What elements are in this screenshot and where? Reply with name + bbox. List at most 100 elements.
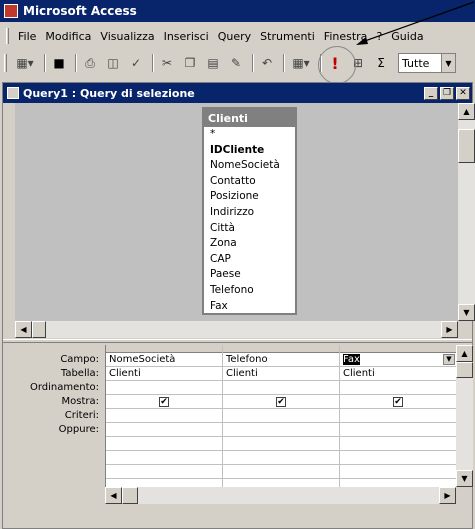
copy-icon[interactable]: ❐ <box>180 53 200 73</box>
save-icon[interactable]: ■ <box>49 53 69 73</box>
field-posizione[interactable]: Posizione <box>204 189 295 205</box>
mostra-cell[interactable]: ✔ <box>106 395 222 409</box>
scroll-up-icon[interactable]: ▲ <box>458 103 475 120</box>
mostra-cell[interactable]: ✔ <box>223 395 339 409</box>
scroll-right-icon[interactable]: ▶ <box>439 487 456 504</box>
show-checkbox[interactable]: ✔ <box>393 397 403 407</box>
menu-inserisci[interactable]: Inserisci <box>164 30 209 43</box>
field-indirizzo[interactable]: Indirizzo <box>204 205 295 221</box>
menu-visualizza[interactable]: Visualizza <box>100 30 154 43</box>
grid-cells[interactable]: NomeSocietà Clienti ✔ Telefono Clienti ✔ <box>105 345 462 487</box>
scroll-thumb[interactable] <box>456 362 473 378</box>
field-cap[interactable]: CAP <box>204 252 295 268</box>
field-zona[interactable]: Zona <box>204 236 295 252</box>
format-painter-icon[interactable]: ✎ <box>226 53 246 73</box>
scroll-thumb[interactable] <box>32 321 46 338</box>
tabella-cell[interactable]: Clienti <box>340 367 456 381</box>
grid-hscroll[interactable]: ◀ ▶ <box>105 487 456 504</box>
column-selector[interactable] <box>223 345 339 353</box>
ordinamento-cell[interactable] <box>340 381 456 395</box>
field-idcliente[interactable]: IDCliente <box>204 143 295 159</box>
ordinamento-cell[interactable] <box>223 381 339 395</box>
menu-strumenti[interactable]: Strumenti <box>260 30 315 43</box>
chevron-down-icon[interactable]: ▼ <box>441 54 455 72</box>
cut-icon[interactable]: ✂ <box>157 53 177 73</box>
scroll-up-icon[interactable]: ▲ <box>456 345 473 362</box>
tabella-cell[interactable]: Clienti <box>223 367 339 381</box>
pane-splitter[interactable] <box>3 339 472 343</box>
field-all[interactable]: * <box>204 127 295 143</box>
table-pane-vscroll[interactable]: ▲ ▼ <box>458 103 475 321</box>
campo-cell[interactable]: NomeSocietà <box>106 353 222 367</box>
scroll-left-icon[interactable]: ◀ <box>15 321 32 338</box>
empty-cell[interactable] <box>340 465 456 479</box>
column-selector[interactable] <box>106 345 222 353</box>
empty-cell[interactable] <box>106 465 222 479</box>
query-type-icon[interactable]: ▦▾ <box>288 53 314 73</box>
chevron-down-icon[interactable]: ▼ <box>443 354 455 365</box>
grid-column[interactable]: NomeSocietà Clienti ✔ <box>106 345 223 487</box>
minimize-icon[interactable]: _ <box>424 86 438 100</box>
empty-cell[interactable] <box>223 437 339 451</box>
field-contatto[interactable]: Contatto <box>204 174 295 190</box>
empty-cell[interactable] <box>340 451 456 465</box>
campo-cell-active[interactable]: Fax ▼ <box>340 353 456 367</box>
field-list-title[interactable]: Clienti <box>204 109 295 127</box>
spelling-icon[interactable]: ✓ <box>126 53 146 73</box>
campo-value-selected[interactable]: Fax <box>343 354 360 365</box>
criteri-cell[interactable] <box>340 409 456 423</box>
tabella-cell[interactable]: Clienti <box>106 367 222 381</box>
ordinamento-cell[interactable] <box>106 381 222 395</box>
field-paese[interactable]: Paese <box>204 267 295 283</box>
empty-cell[interactable] <box>340 437 456 451</box>
show-checkbox[interactable]: ✔ <box>159 397 169 407</box>
criteri-cell[interactable] <box>106 409 222 423</box>
undo-icon[interactable]: ↶ <box>257 53 277 73</box>
scroll-down-icon[interactable]: ▼ <box>458 304 475 321</box>
scroll-right-icon[interactable]: ▶ <box>441 321 458 338</box>
view-icon[interactable]: ▦▾ <box>12 53 38 73</box>
restore-icon[interactable]: ❐ <box>440 86 454 100</box>
menu-finestra[interactable]: Finestra <box>324 30 368 43</box>
paste-icon[interactable]: ▤ <box>203 53 223 73</box>
scroll-down-icon[interactable]: ▼ <box>456 470 473 487</box>
top-values-combo[interactable]: Tutte ▼ <box>398 53 456 73</box>
menu-guida[interactable]: Guida <box>391 30 423 43</box>
print-icon[interactable]: ⎙ <box>80 53 100 73</box>
field-fax[interactable]: Fax <box>204 299 295 315</box>
table-pane-hscroll[interactable]: ◀ ▶ <box>15 321 458 338</box>
campo-cell[interactable]: Telefono <box>223 353 339 367</box>
empty-cell[interactable] <box>106 437 222 451</box>
show-checkbox[interactable]: ✔ <box>276 397 286 407</box>
field-nomesocieta[interactable]: NomeSocietà <box>204 158 295 174</box>
menu-help[interactable]: ? <box>376 30 382 43</box>
criteri-cell[interactable] <box>223 409 339 423</box>
empty-cell[interactable] <box>223 465 339 479</box>
toolbar-separator <box>252 54 254 72</box>
scroll-thumb[interactable] <box>458 129 475 163</box>
empty-cell[interactable] <box>223 451 339 465</box>
oppure-cell[interactable] <box>223 423 339 437</box>
menu-file[interactable]: File <box>18 30 36 43</box>
grid-column[interactable]: Fax ▼ Clienti ✔ <box>340 345 457 487</box>
empty-cell[interactable] <box>106 451 222 465</box>
grid-vscroll[interactable]: ▲ ▼ <box>456 345 473 487</box>
row-label-tabella: Tabella: <box>60 368 99 379</box>
column-selector[interactable] <box>340 345 456 353</box>
table-field-list[interactable]: Clienti * IDCliente NomeSocietà Contatto… <box>202 107 297 315</box>
scroll-thumb[interactable] <box>122 487 138 504</box>
print-preview-icon[interactable]: ◫ <box>103 53 123 73</box>
totals-icon[interactable]: Σ <box>371 53 391 73</box>
menu-modifica[interactable]: Modifica <box>45 30 91 43</box>
oppure-cell[interactable] <box>340 423 456 437</box>
mostra-cell[interactable]: ✔ <box>340 395 456 409</box>
field-citta[interactable]: Città <box>204 221 295 237</box>
row-label-ordinamento: Ordinamento: <box>29 382 99 393</box>
query-window-title: Query1 : Query di selezione <box>23 86 195 100</box>
menu-query[interactable]: Query <box>218 30 251 43</box>
scroll-left-icon[interactable]: ◀ <box>105 487 122 504</box>
close-icon[interactable]: ✕ <box>456 86 470 100</box>
grid-column[interactable]: Telefono Clienti ✔ <box>223 345 340 487</box>
field-telefono[interactable]: Telefono <box>204 283 295 299</box>
oppure-cell[interactable] <box>106 423 222 437</box>
